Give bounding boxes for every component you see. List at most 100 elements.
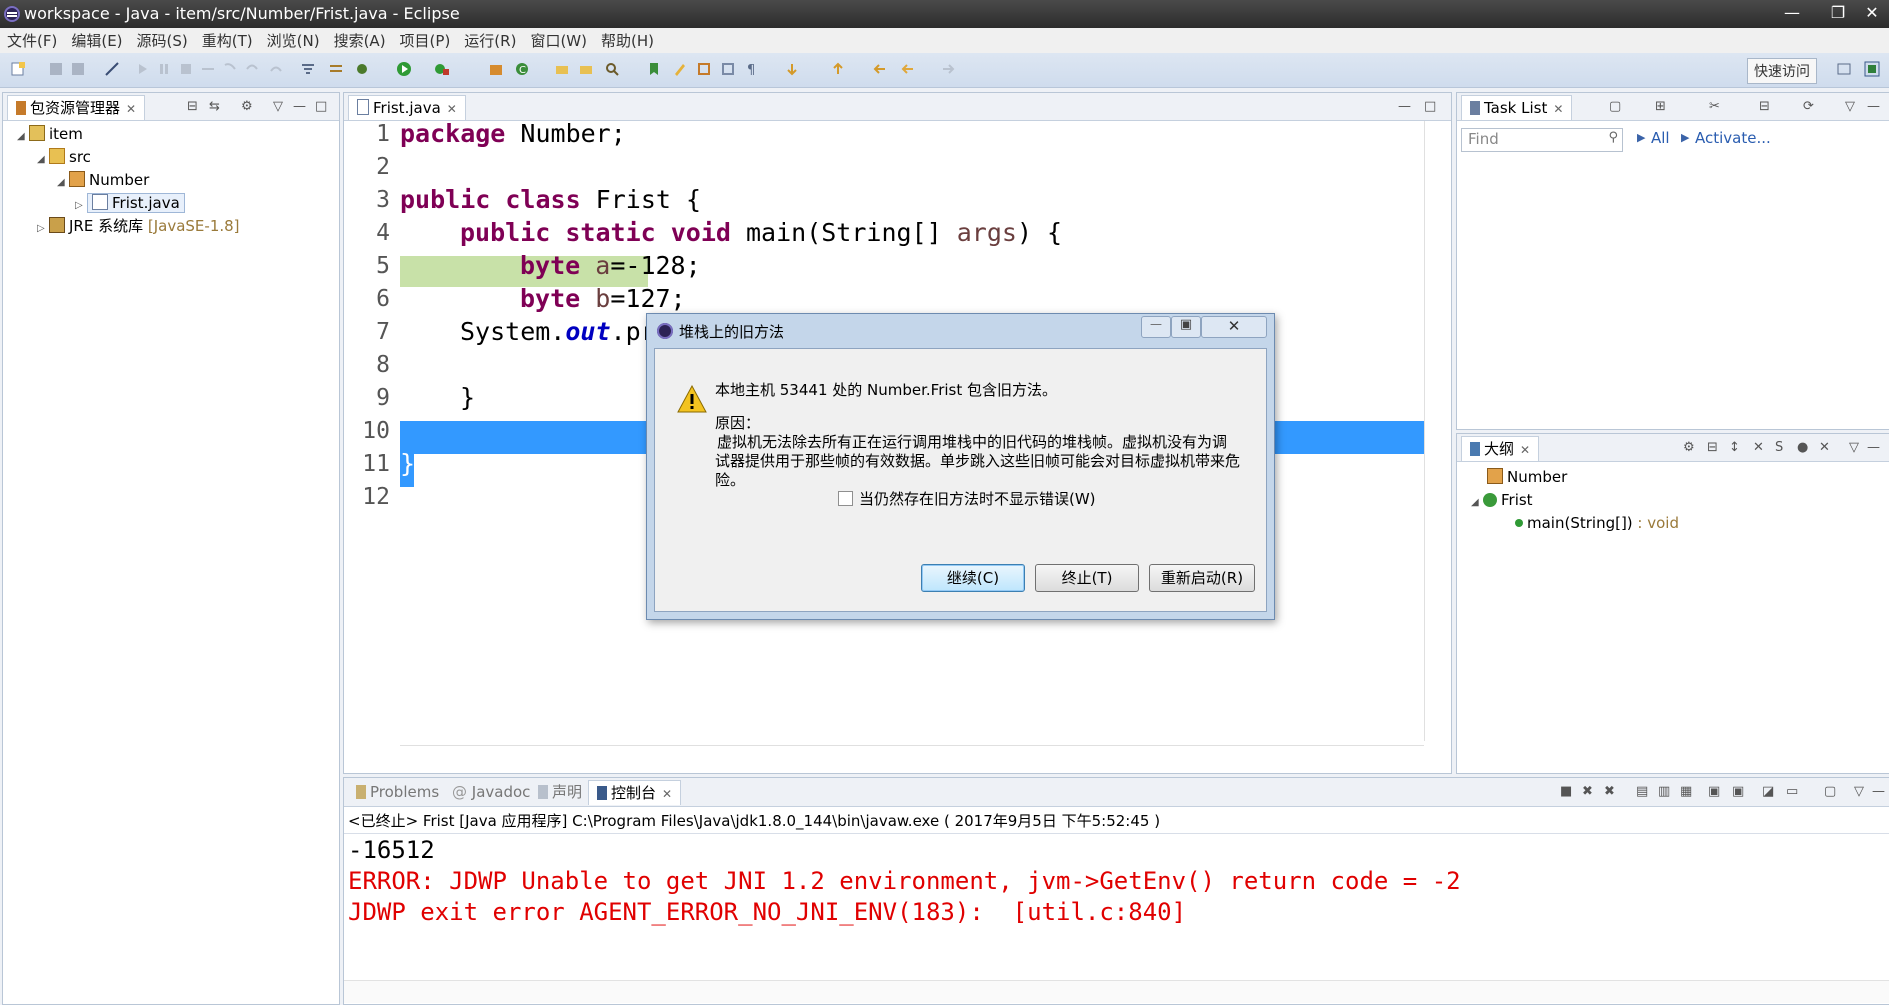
close-icon[interactable]: ✕: [126, 102, 136, 116]
outline-item-method[interactable]: main(String[]) : void: [1515, 512, 1679, 534]
open-type-icon[interactable]: [554, 61, 570, 77]
menu-search[interactable]: 搜索(A): [327, 28, 393, 53]
close-icon[interactable]: ✕: [662, 787, 672, 801]
debug-icon[interactable]: [354, 61, 370, 77]
toggle-block-icon[interactable]: [720, 61, 736, 77]
expanded-icon[interactable]: ◢: [57, 172, 69, 194]
minimize-view-icon[interactable]: —: [1867, 440, 1880, 455]
java-perspective-icon[interactable]: [1864, 61, 1880, 77]
minimize-view-icon[interactable]: —: [1398, 99, 1411, 114]
activate-task-link[interactable]: Activate...: [1695, 129, 1771, 147]
mark-occurrences-icon[interactable]: [696, 61, 712, 77]
menu-project[interactable]: 项目(P): [393, 28, 458, 53]
menu-navigate[interactable]: 浏览(N): [260, 28, 327, 53]
prev-annotation-icon[interactable]: [830, 61, 846, 77]
filter-icon[interactable]: ✂: [1709, 99, 1720, 114]
focus-icon[interactable]: ⚙: [1683, 440, 1695, 455]
tab-outline[interactable]: 大纲 ✕: [1461, 436, 1540, 461]
step-into-icon[interactable]: [222, 61, 238, 77]
tab-task-list[interactable]: Task List ✕: [1461, 95, 1573, 120]
horizontal-scrollbar[interactable]: [400, 745, 1424, 768]
link-with-editor-icon[interactable]: ⇆: [209, 99, 220, 114]
chevron-down-icon[interactable]: ▽: [273, 99, 283, 114]
code-line-7[interactable]: System.out.pr: [460, 317, 656, 346]
step-return-icon[interactable]: [268, 61, 284, 77]
code-line-11[interactable]: }: [400, 449, 415, 478]
tree-item-java-file[interactable]: ▷ Frist.java: [75, 192, 185, 214]
maximize-button[interactable]: ❐: [1824, 2, 1852, 24]
back-icon[interactable]: [900, 61, 916, 77]
word-wrap-icon[interactable]: ▦: [1680, 784, 1692, 799]
clear-console-icon[interactable]: ▤: [1636, 784, 1648, 799]
remove-launch-icon[interactable]: ✖: [1582, 784, 1593, 799]
collapse-all-icon[interactable]: ⊟: [187, 99, 198, 114]
hide-local-types-icon[interactable]: ✕: [1819, 440, 1830, 455]
code-line-6[interactable]: byte b=127;: [520, 284, 686, 313]
maximize-view-icon[interactable]: □: [315, 99, 327, 114]
tab-problems[interactable]: Problems: [348, 780, 447, 804]
collapse-all-icon[interactable]: ⊟: [1707, 440, 1718, 455]
skip-breakpoints-icon[interactable]: [104, 61, 120, 77]
view-menu-icon[interactable]: ⚙: [241, 99, 253, 114]
new-java-project-icon[interactable]: [488, 61, 504, 77]
open-folder-icon[interactable]: [578, 61, 594, 77]
minimize-view-icon[interactable]: —: [1867, 99, 1880, 114]
new-icon[interactable]: [10, 61, 26, 77]
forward-icon[interactable]: [940, 61, 956, 77]
show-on-stdout-icon[interactable]: ▣: [1708, 784, 1720, 799]
menu-run[interactable]: 运行(R): [457, 28, 523, 53]
categorized-icon[interactable]: ⊞: [1655, 99, 1666, 114]
minimize-view-icon[interactable]: —: [1872, 784, 1885, 799]
outline-item-package[interactable]: Number: [1487, 466, 1567, 488]
code-line-9[interactable]: }: [460, 383, 475, 412]
collapsed-icon[interactable]: ▷: [37, 218, 49, 240]
save-all-icon[interactable]: [70, 61, 86, 77]
tree-item-package[interactable]: ◢ Number: [57, 169, 149, 191]
tree-item-jre-library[interactable]: ▷ JRE 系统库 [JavaSE-1.8]: [37, 215, 240, 237]
scroll-lock-icon[interactable]: ▥: [1658, 784, 1670, 799]
new-class-icon[interactable]: C: [514, 61, 530, 77]
expanded-icon[interactable]: ◢: [1471, 492, 1483, 514]
save-icon[interactable]: [48, 61, 64, 77]
code-line-1[interactable]: package Number;: [400, 119, 626, 148]
resume-icon[interactable]: [134, 61, 150, 77]
menu-window[interactable]: 窗口(W): [523, 28, 594, 53]
disconnect-icon[interactable]: [200, 61, 216, 77]
chevron-down-icon[interactable]: ▽: [1854, 784, 1864, 799]
quick-access-field[interactable]: 快速访问: [1747, 58, 1817, 84]
horizontal-scrollbar[interactable]: [344, 980, 1889, 1003]
show-whitespace-icon[interactable]: ¶: [744, 61, 760, 77]
tree-item-project[interactable]: ◢ item: [17, 123, 83, 145]
expanded-icon[interactable]: ◢: [17, 126, 29, 148]
highlight-icon[interactable]: [672, 61, 688, 77]
run-icon[interactable]: [396, 61, 412, 77]
tab-console[interactable]: 控制台 ✕: [588, 780, 682, 805]
sync-icon[interactable]: ⟳: [1803, 99, 1814, 114]
expanded-icon[interactable]: ◢: [37, 149, 49, 171]
close-icon[interactable]: ✕: [1520, 443, 1530, 457]
chevron-down-icon[interactable]: ▽: [1845, 99, 1855, 114]
code-line-5[interactable]: byte a=-128;: [520, 251, 701, 280]
annotation-icon[interactable]: [646, 61, 662, 77]
close-icon[interactable]: ✕: [447, 102, 457, 116]
task-find-input[interactable]: Find ⚲: [1461, 128, 1623, 152]
drop-to-frame-icon[interactable]: [328, 61, 344, 77]
menu-edit[interactable]: 编辑(E): [64, 28, 129, 53]
tab-declaration[interactable]: 声明: [530, 780, 590, 804]
vertical-scrollbar[interactable]: [1424, 121, 1449, 741]
show-on-stderr-icon[interactable]: ▣: [1732, 784, 1744, 799]
hide-non-public-icon[interactable]: ●: [1797, 440, 1808, 455]
terminate-icon[interactable]: ■: [1560, 784, 1572, 799]
step-over-icon[interactable]: [244, 61, 260, 77]
collapsed-icon[interactable]: ▷: [75, 195, 87, 217]
continue-button[interactable]: 继续(C): [921, 564, 1025, 592]
open-perspective-icon[interactable]: [1836, 61, 1852, 77]
dialog-close-button[interactable]: ✕: [1201, 316, 1267, 338]
chevron-down-icon[interactable]: ▽: [1849, 440, 1859, 455]
dialog-maximize-button[interactable]: ▣: [1171, 316, 1201, 338]
new-task-icon[interactable]: ▢: [1609, 99, 1621, 114]
dont-show-checkbox[interactable]: [838, 491, 853, 506]
search-icon[interactable]: [604, 61, 620, 77]
sort-icon[interactable]: ↕: [1729, 440, 1740, 455]
minimize-button[interactable]: —: [1778, 2, 1806, 24]
